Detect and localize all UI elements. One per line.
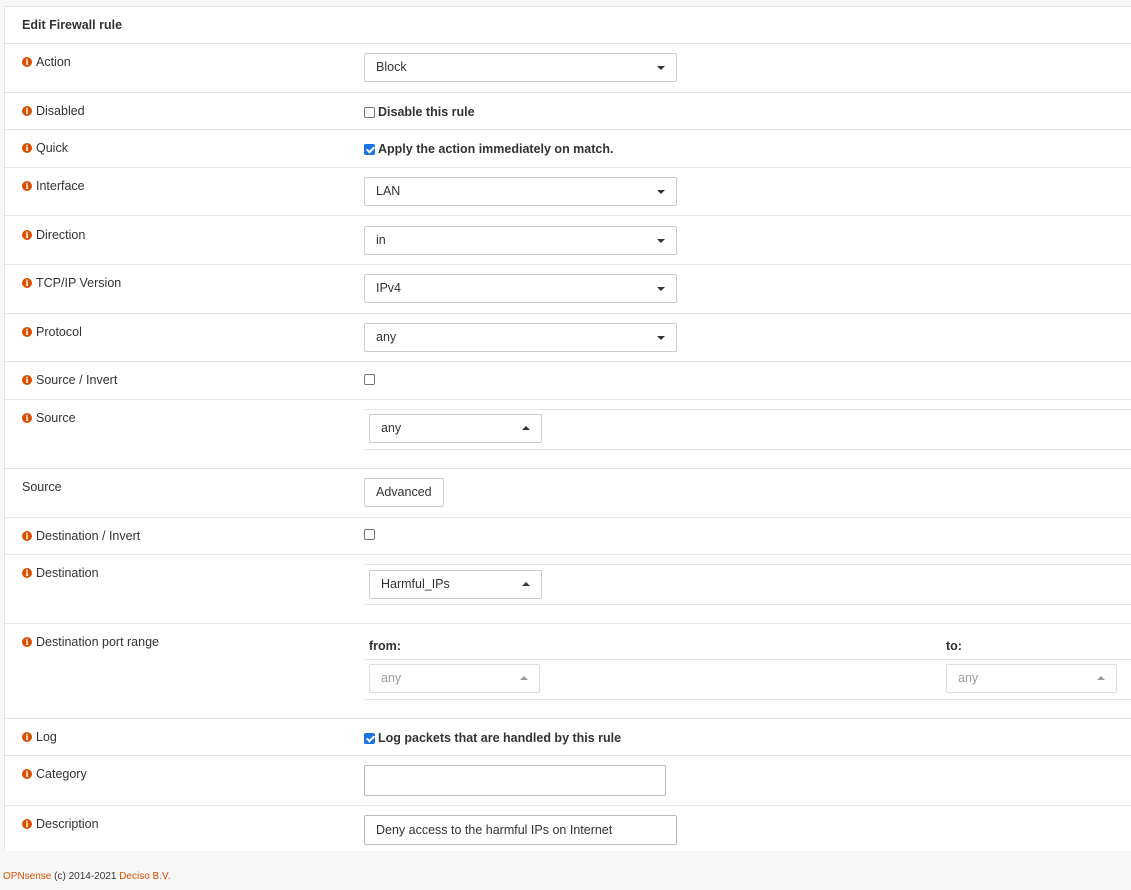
protocol-select[interactable]: any	[364, 323, 677, 352]
port-to-select[interactable]: any	[946, 664, 1117, 693]
action-select[interactable]: Block	[364, 53, 677, 82]
destination-invert-label: i Destination / Invert	[22, 529, 140, 543]
protocol-label: i Protocol	[22, 325, 82, 339]
disable-rule-checkbox[interactable]	[364, 106, 375, 118]
divider	[364, 409, 1131, 410]
info-icon[interactable]: i	[22, 531, 32, 541]
source-select[interactable]: any	[369, 414, 542, 443]
chevron-down-icon	[657, 287, 665, 291]
info-icon[interactable]: i	[22, 732, 32, 742]
divider	[5, 264, 1131, 265]
chevron-down-icon	[657, 239, 665, 243]
port-from-select[interactable]: any	[369, 664, 540, 693]
destination-label: i Destination	[22, 566, 99, 580]
direction-label: i Direction	[22, 228, 85, 242]
from-label: from:	[369, 639, 401, 653]
divider	[5, 805, 1131, 806]
description-input[interactable]: Deny access to the harmful IPs on Intern…	[364, 815, 677, 845]
info-icon[interactable]: i	[22, 413, 32, 423]
chevron-up-icon	[522, 582, 530, 586]
divider	[5, 517, 1131, 518]
divider	[364, 699, 1131, 700]
destination-invert-checkbox[interactable]	[364, 529, 375, 540]
log-label: i Log	[22, 730, 57, 744]
chevron-down-icon	[657, 66, 665, 70]
divider	[5, 215, 1131, 216]
action-label: i Action	[22, 55, 71, 69]
info-icon[interactable]: i	[22, 278, 32, 288]
footer: OPNsense (c) 2014-2021 Deciso B.V.	[3, 871, 171, 882]
divider	[364, 564, 1131, 565]
advanced-button[interactable]: Advanced	[364, 478, 444, 507]
edit-firewall-rule-panel: Edit Firewall rule i Action Block i Disa…	[4, 6, 1131, 851]
divider	[364, 659, 1131, 660]
divider	[5, 623, 1131, 624]
log-checkbox[interactable]	[364, 732, 375, 744]
divider	[5, 399, 1131, 400]
divider	[5, 92, 1131, 93]
chevron-down-icon	[657, 336, 665, 340]
interface-label: i Interface	[22, 179, 85, 193]
quick-checkbox[interactable]	[364, 143, 375, 155]
divider	[5, 361, 1131, 362]
footer-company-link[interactable]: Deciso B.V.	[119, 871, 170, 882]
direction-select[interactable]: in	[364, 226, 677, 255]
divider	[5, 468, 1131, 469]
tcpip-version-select[interactable]: IPv4	[364, 274, 677, 303]
source-label: i Source	[22, 411, 76, 425]
info-icon[interactable]: i	[22, 143, 32, 153]
log-checkbox-wrap[interactable]: Log packets that are handled by this rul…	[364, 731, 621, 745]
divider	[5, 129, 1131, 130]
destination-select[interactable]: Harmful_IPs	[369, 570, 542, 599]
info-icon[interactable]: i	[22, 568, 32, 578]
interface-select[interactable]: LAN	[364, 177, 677, 206]
chevron-down-icon	[657, 190, 665, 194]
source-invert-checkbox[interactable]	[364, 374, 375, 385]
to-label: to:	[946, 639, 962, 653]
quick-checkbox-wrap[interactable]: Apply the action immediately on match.	[364, 142, 613, 156]
info-icon[interactable]: i	[22, 375, 32, 385]
disabled-label: i Disabled	[22, 104, 85, 118]
divider	[5, 755, 1131, 756]
info-icon[interactable]: i	[22, 181, 32, 191]
divider	[5, 43, 1131, 44]
destination-invert-checkbox-wrap[interactable]	[364, 529, 378, 540]
divider	[364, 604, 1131, 605]
info-icon[interactable]: i	[22, 637, 32, 647]
info-icon[interactable]: i	[22, 327, 32, 337]
chevron-up-icon	[1097, 676, 1105, 680]
destination-port-range-label: i Destination port range	[22, 635, 159, 649]
info-icon[interactable]: i	[22, 106, 32, 116]
footer-brand-link[interactable]: OPNsense	[3, 871, 51, 882]
divider	[5, 554, 1131, 555]
info-icon[interactable]: i	[22, 819, 32, 829]
tcpip-version-label: i TCP/IP Version	[22, 276, 121, 290]
disable-rule-checkbox-wrap[interactable]: Disable this rule	[364, 105, 475, 119]
chevron-up-icon	[520, 676, 528, 680]
category-input[interactable]	[364, 765, 666, 796]
category-label: i Category	[22, 767, 87, 781]
source-advanced-label: Source	[22, 480, 62, 494]
divider	[364, 449, 1131, 450]
divider	[5, 313, 1131, 314]
quick-label: i Quick	[22, 141, 68, 155]
source-invert-checkbox-wrap[interactable]	[364, 374, 378, 385]
description-label: i Description	[22, 817, 99, 831]
divider	[5, 718, 1131, 719]
divider	[5, 167, 1131, 168]
info-icon[interactable]: i	[22, 57, 32, 67]
panel-title: Edit Firewall rule	[22, 18, 123, 32]
footer-copyright: (c) 2014-2021	[54, 871, 117, 882]
info-icon[interactable]: i	[22, 230, 32, 240]
chevron-up-icon	[522, 426, 530, 430]
source-invert-label: i Source / Invert	[22, 373, 117, 387]
info-icon[interactable]: i	[22, 769, 32, 779]
